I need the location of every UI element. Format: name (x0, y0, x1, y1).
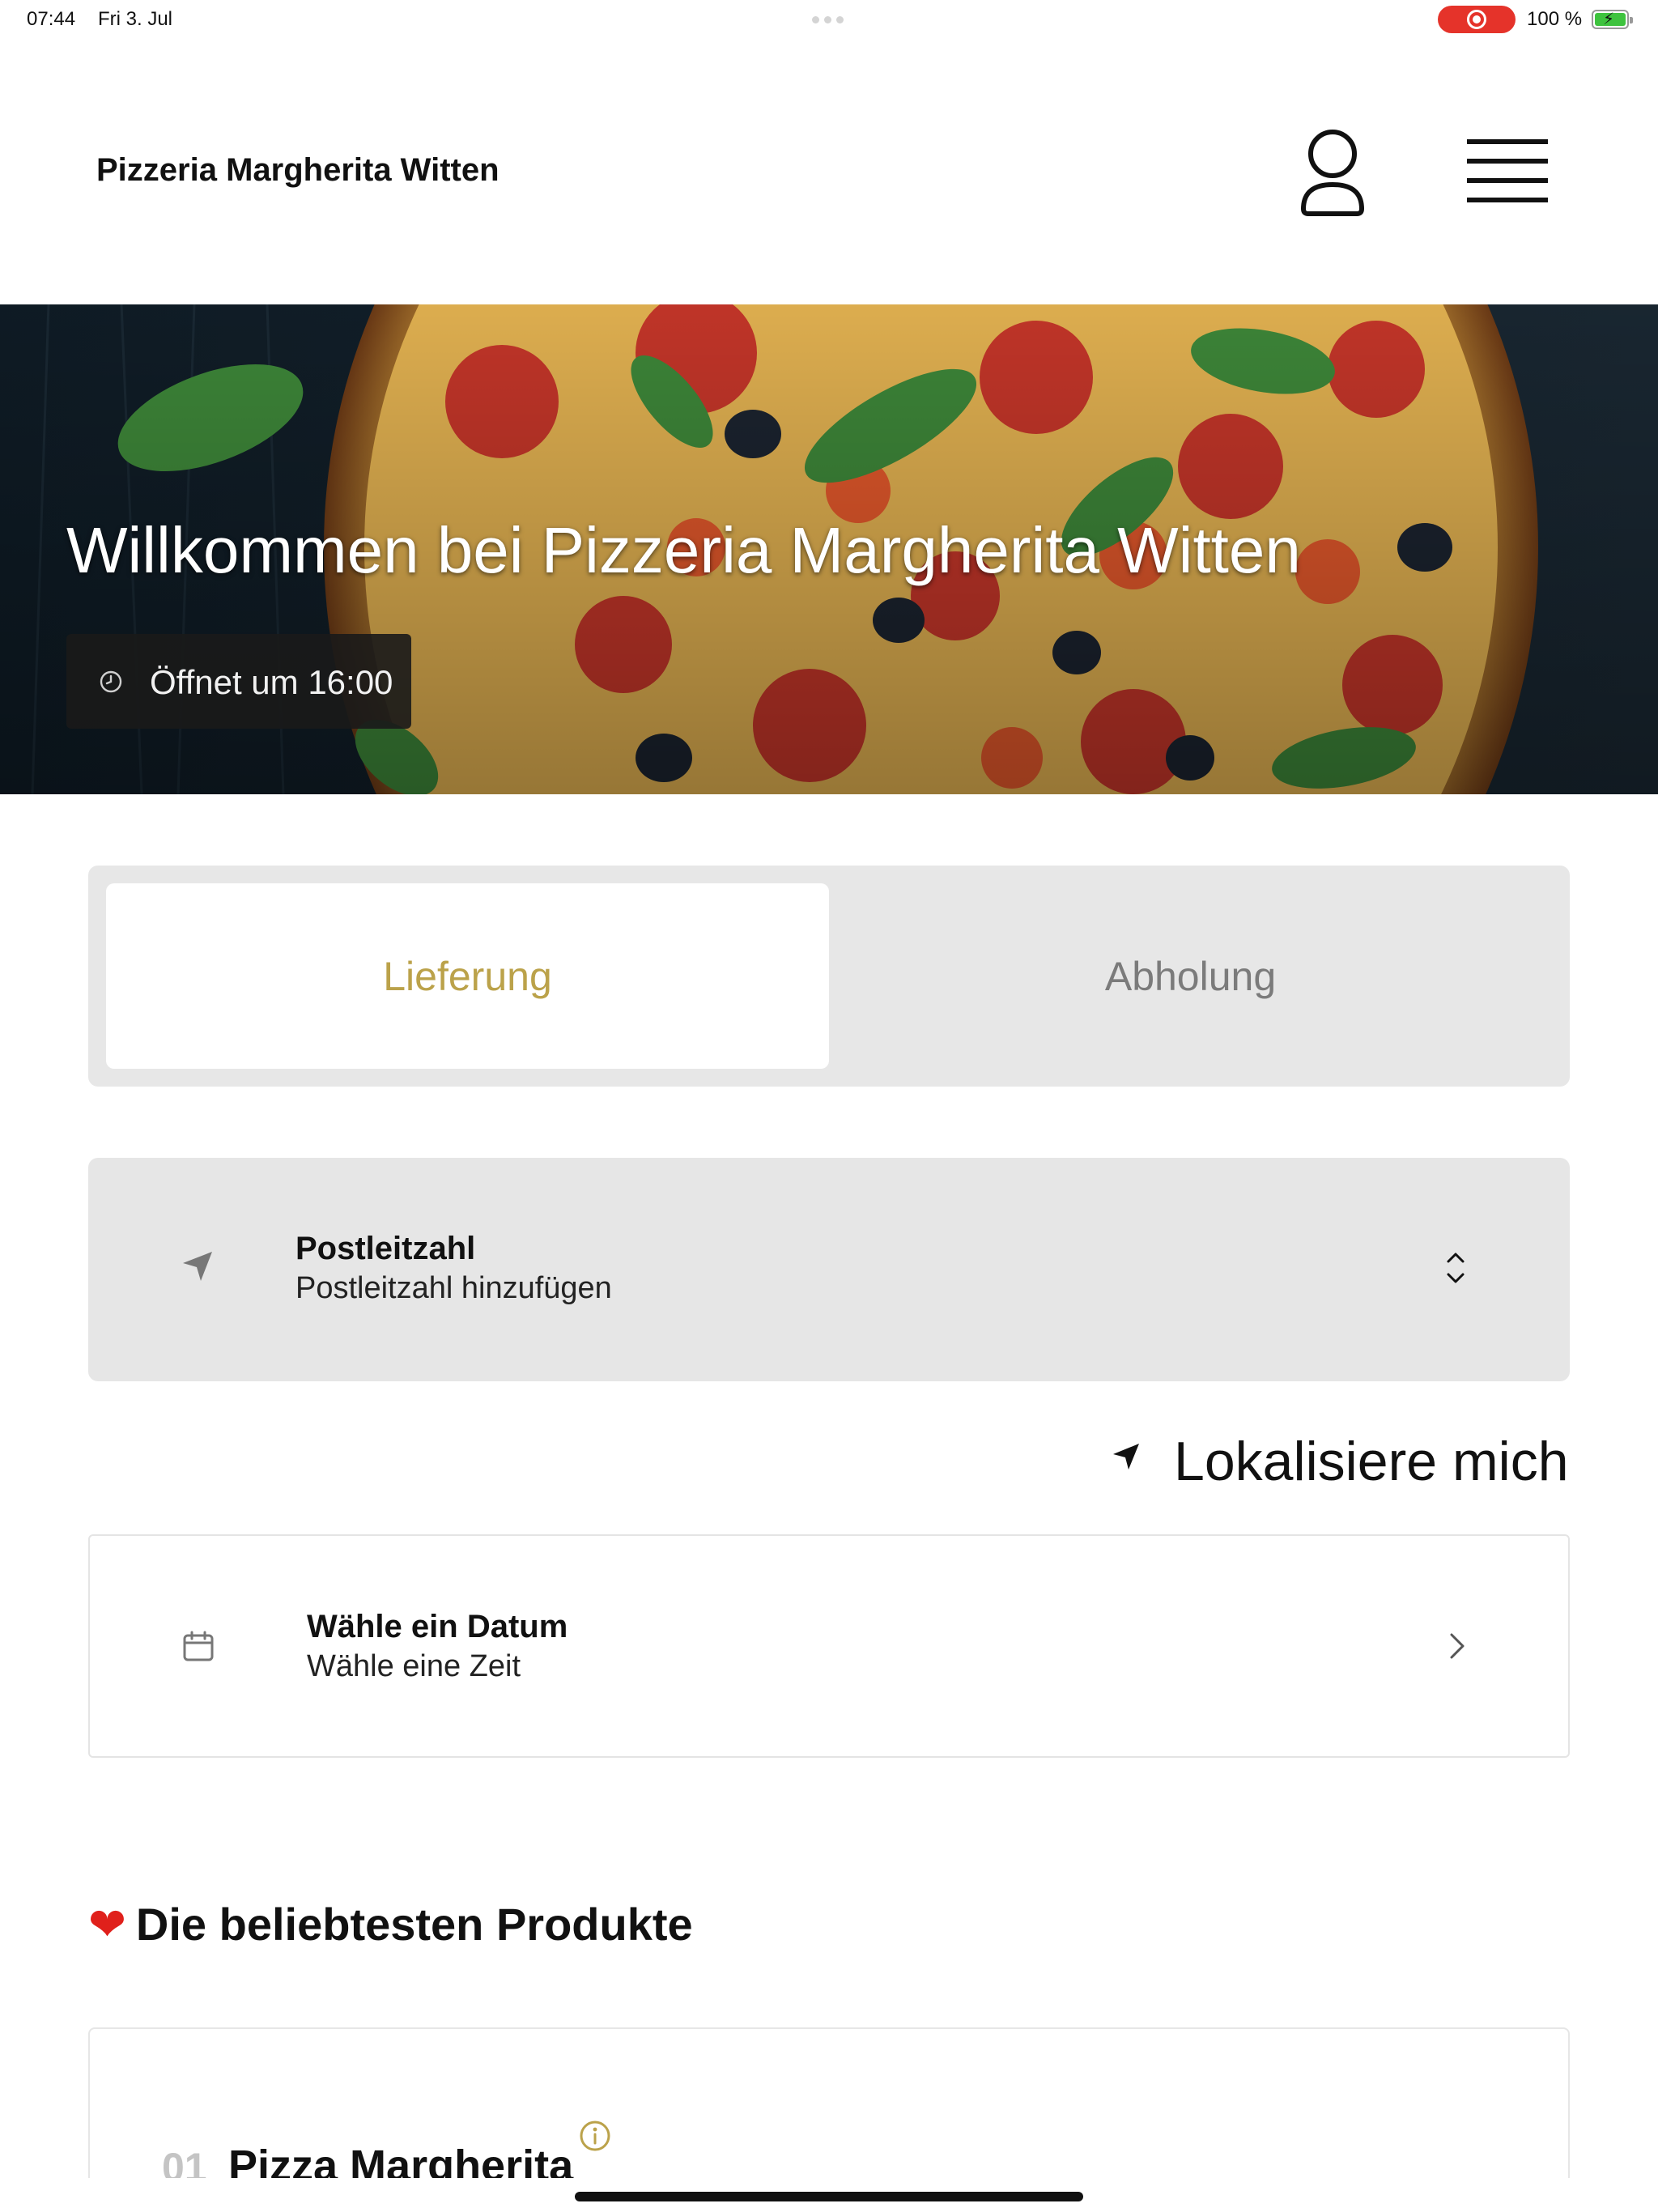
product-card[interactable]: 01 Pizza Margherita (88, 2027, 1570, 2178)
home-indicator[interactable] (575, 2192, 1083, 2201)
product-number: 01 (162, 2145, 207, 2178)
page: 07:44 Fri 3. Jul 100 % ⚡ Pizzeria Marghe… (0, 0, 1658, 2212)
info-icon[interactable] (579, 2120, 611, 2152)
product-list: 01 Pizza Margherita (0, 0, 1658, 2178)
product-name: Pizza Margherita (228, 2142, 574, 2178)
